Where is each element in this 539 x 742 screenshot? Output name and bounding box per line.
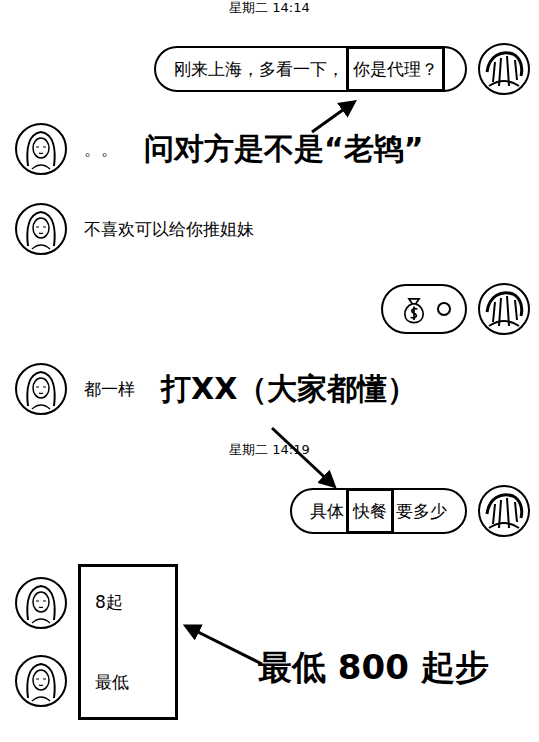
message-text: 要多少 bbox=[396, 501, 447, 521]
money-bag-icon bbox=[397, 292, 431, 326]
contact-avatar-icon[interactable] bbox=[14, 202, 68, 256]
message-row: 刚来上海，多看一下，你是代理？ bbox=[0, 42, 539, 96]
chat-screenshot: 星期二 14:14 刚来上海，多看一下，你是代理？ 。。 问对方是不是“老鸨” … bbox=[0, 0, 539, 742]
user-avatar-icon[interactable] bbox=[477, 484, 531, 538]
message-row: 不喜欢可以给你推姐妹 bbox=[0, 202, 539, 256]
highlight-box: 8起最低 bbox=[78, 564, 178, 720]
message-text[interactable]: 8起 bbox=[95, 587, 161, 617]
message-group: 8起最低 最低 800 起步 bbox=[0, 564, 539, 720]
message-row: 都一样 打XX（大家都懂） bbox=[0, 362, 539, 416]
timestamp: 星期二 14:19 bbox=[0, 442, 539, 458]
sticker-dot bbox=[437, 302, 451, 316]
user-avatar-icon[interactable] bbox=[477, 42, 531, 96]
annotation: 打XX（大家都懂） bbox=[161, 371, 417, 407]
annotation: 最低 800 起步 bbox=[258, 646, 489, 688]
message-text[interactable]: 最低 bbox=[95, 667, 161, 697]
contact-avatar-icon[interactable] bbox=[14, 122, 68, 176]
message-text: 刚来上海，多看一下， bbox=[174, 59, 344, 79]
message-text: 不喜欢可以给你推姐妹 bbox=[84, 219, 254, 239]
arrow-icon bbox=[272, 428, 334, 486]
annotation-arrows bbox=[0, 0, 539, 742]
timestamp: 星期二 14:14 bbox=[0, 0, 539, 16]
contact-avatar-icon[interactable] bbox=[14, 654, 68, 708]
user-avatar-icon[interactable] bbox=[477, 282, 531, 336]
message-row: 。。 问对方是不是“老鸨” bbox=[0, 122, 539, 176]
message-text: 都一样 bbox=[84, 379, 135, 399]
message-text: 具体 bbox=[310, 501, 344, 521]
highlighted-text: 你是代理？ bbox=[346, 46, 445, 92]
arrow-icon bbox=[186, 626, 262, 664]
highlighted-text: 快餐 bbox=[346, 488, 394, 534]
message-bubble[interactable]: 都一样 bbox=[78, 374, 141, 404]
message-text: 。。 bbox=[84, 139, 118, 159]
message-bubble[interactable]: 具体快餐要多少 bbox=[290, 488, 467, 534]
contact-avatar-icon[interactable] bbox=[14, 362, 68, 416]
message-bubble[interactable]: 刚来上海，多看一下，你是代理？ bbox=[154, 46, 467, 92]
message-bubble[interactable]: 。。 bbox=[78, 134, 124, 164]
annotation: 问对方是不是“老鸨” bbox=[144, 131, 423, 167]
contact-avatar-icon[interactable] bbox=[14, 576, 68, 630]
message-row: 具体快餐要多少 bbox=[0, 484, 539, 538]
arrow-icon bbox=[312, 102, 354, 132]
sticker-bubble[interactable] bbox=[381, 284, 467, 334]
message-bubble[interactable]: 不喜欢可以给你推姐妹 bbox=[78, 214, 260, 244]
message-row bbox=[0, 282, 539, 336]
